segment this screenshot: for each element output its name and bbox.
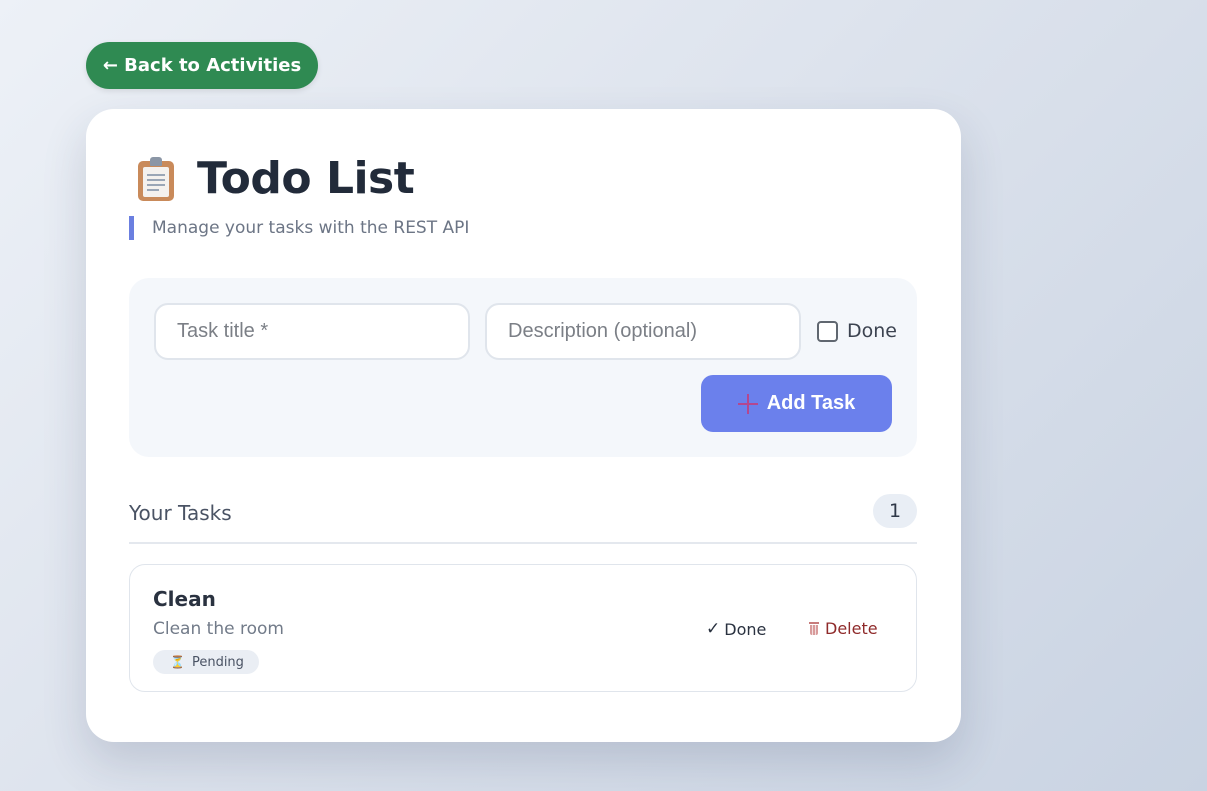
task-count-badge: 1	[873, 494, 917, 528]
task-title: Clean	[153, 587, 216, 611]
trash-icon	[809, 622, 819, 635]
back-to-activities-button[interactable]: ← Back to Activities	[86, 42, 318, 89]
mark-done-button[interactable]: ✓ Done	[706, 619, 766, 639]
add-task-form: Done Add Task	[129, 278, 917, 457]
tasks-header: Your Tasks 1	[129, 494, 917, 544]
check-icon: ✓	[706, 619, 721, 639]
add-task-label: Add Task	[766, 392, 856, 414]
add-task-button[interactable]: Add Task	[701, 375, 892, 432]
done-checkbox-label: Done	[847, 320, 897, 342]
task-list-item: Clean Clean the room ⏳ Pending ✓ Done De…	[129, 564, 917, 692]
tasks-heading: Your Tasks	[129, 501, 232, 525]
todo-card: Todo List Manage your tasks with the RES…	[86, 109, 961, 742]
done-checkbox[interactable]	[817, 320, 838, 342]
delete-label: Delete	[825, 619, 878, 638]
delete-task-button[interactable]: Delete	[809, 619, 878, 638]
page-title: Todo List	[197, 153, 415, 204]
hourglass-icon: ⏳	[170, 655, 185, 669]
page-subtitle: Manage your tasks with the REST API	[129, 216, 469, 240]
status-label: Pending	[191, 654, 244, 670]
task-description-input[interactable]	[485, 303, 801, 360]
title-row: Todo List	[138, 153, 415, 204]
clipboard-icon	[138, 156, 174, 201]
task-title-input[interactable]	[154, 303, 470, 360]
task-description: Clean the room	[153, 619, 284, 639]
mark-done-label: Done	[724, 619, 767, 639]
done-checkbox-field[interactable]: Done	[817, 320, 897, 342]
status-badge: ⏳ Pending	[153, 650, 259, 674]
plus-icon	[737, 393, 758, 414]
